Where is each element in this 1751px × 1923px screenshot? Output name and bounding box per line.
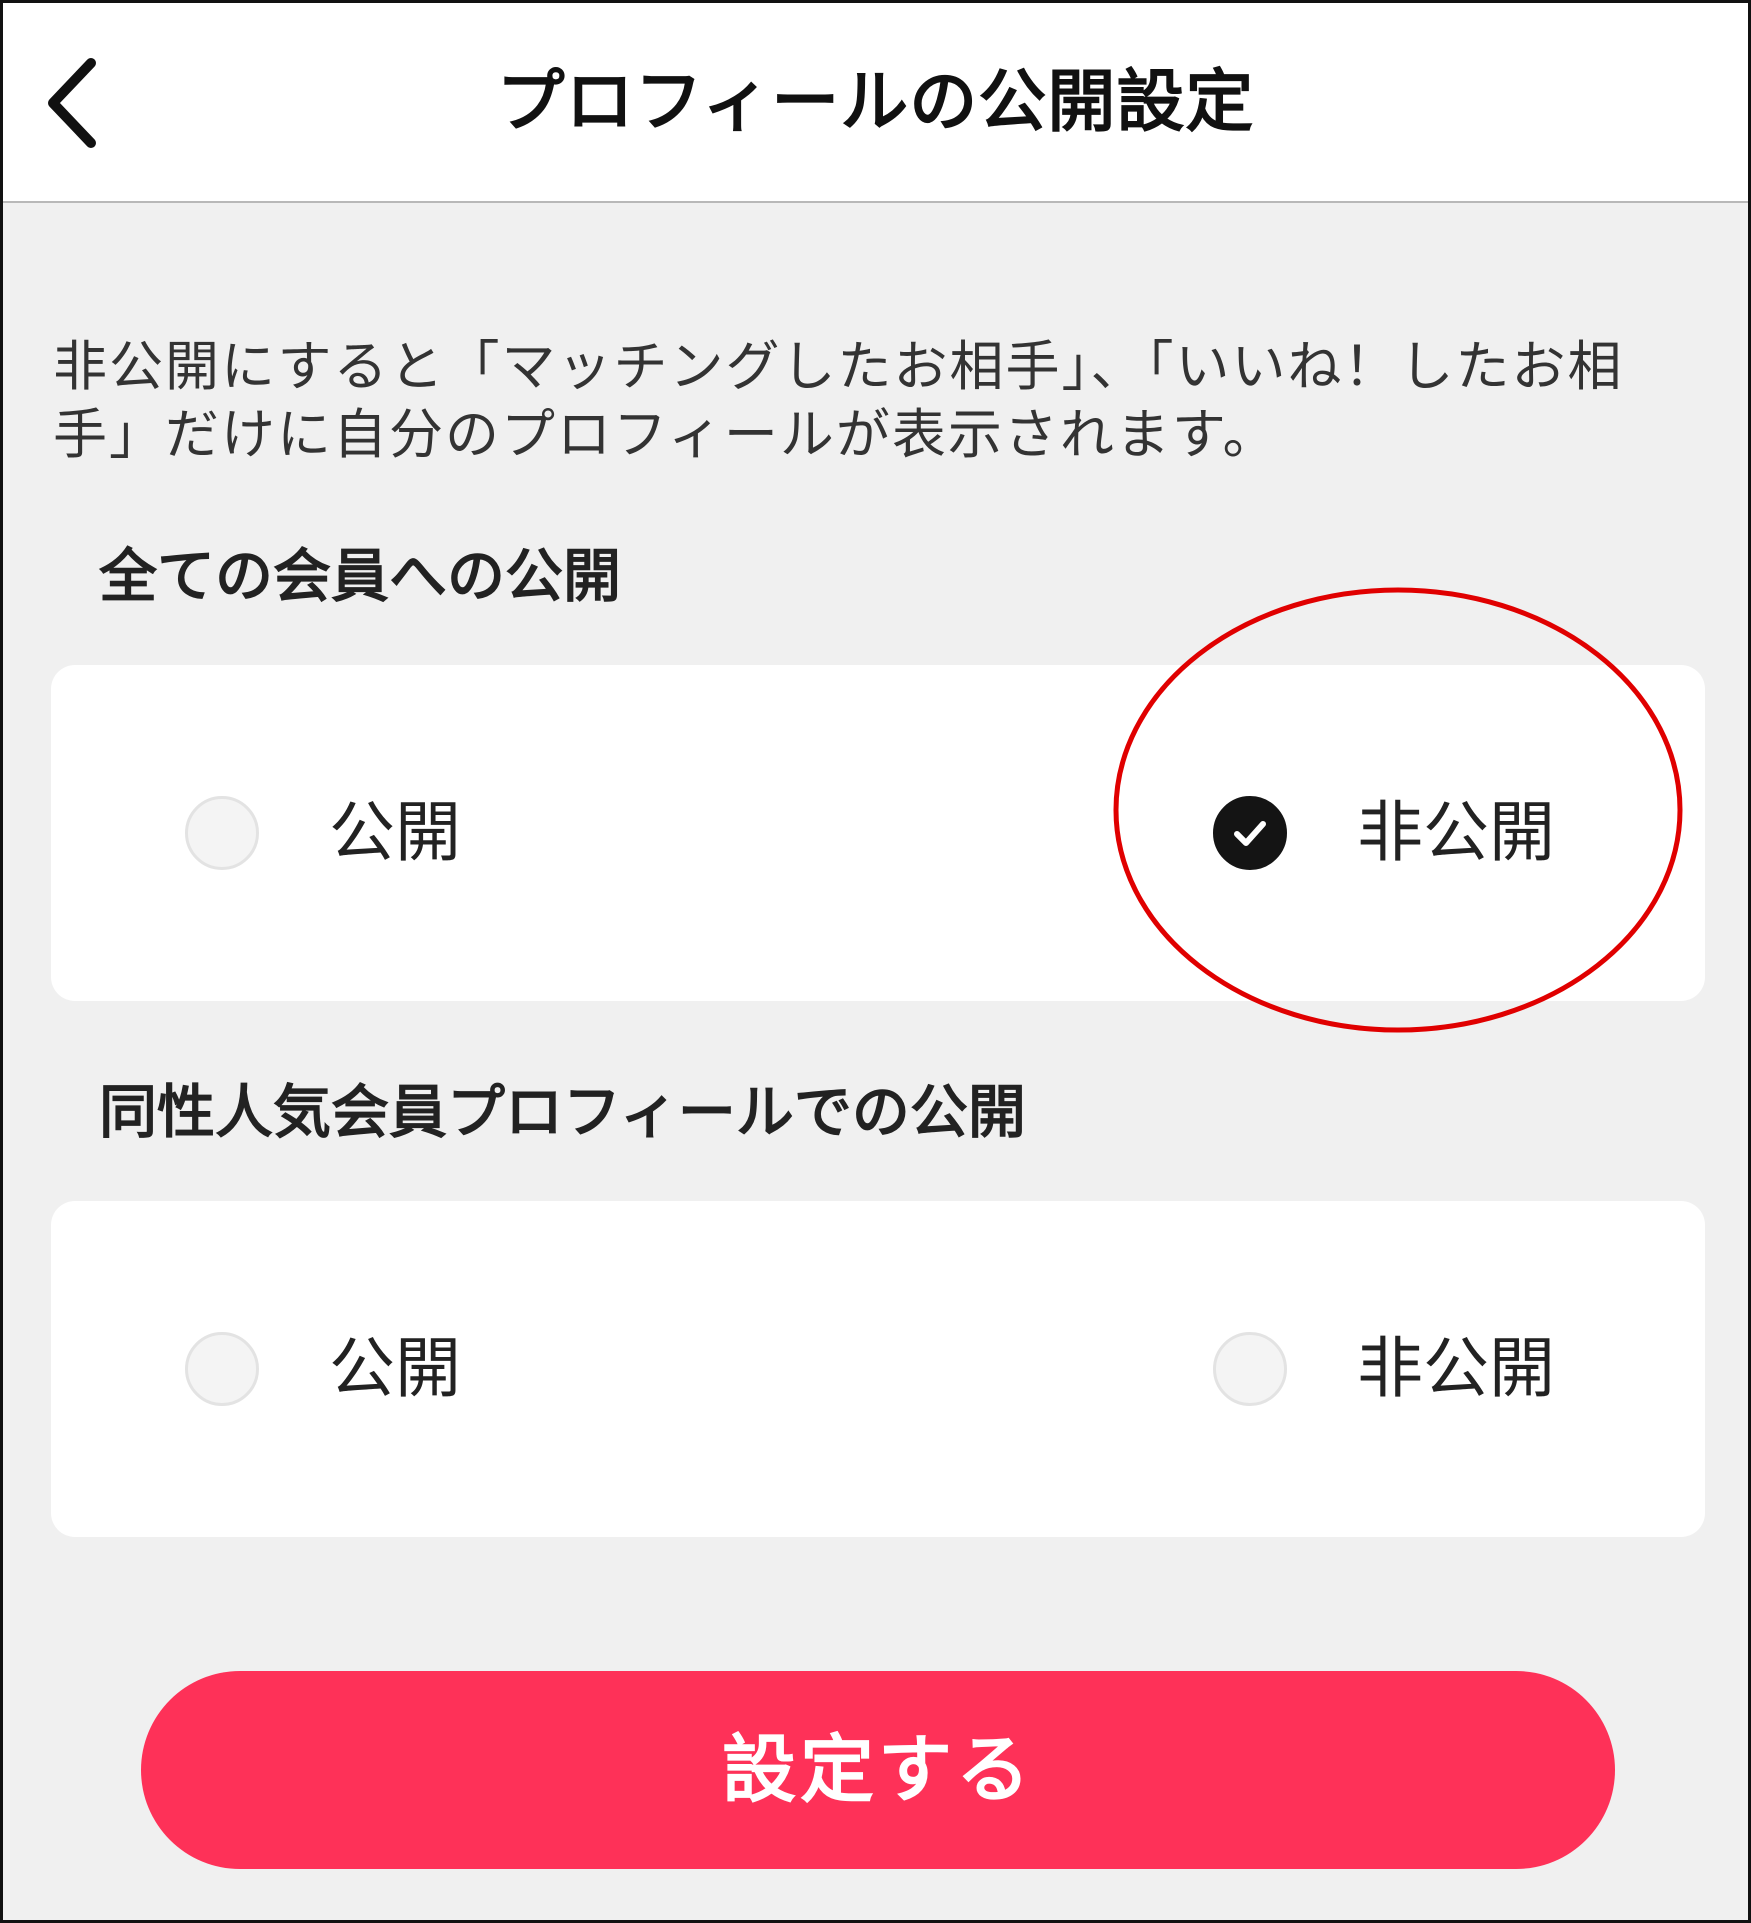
description-text: 非公開にすると「マッチングしたお相手」、「いいね！したお相手」だけに自分のプロフ… [53, 335, 1624, 466]
submit-button[interactable]: 設定する [141, 1671, 1615, 1869]
option-label: 公開 [329, 1330, 461, 1407]
checkmark-icon [1234, 821, 1266, 846]
option-private-popular-profile[interactable]: 非公開 [1213, 1201, 1555, 1537]
radio-unchecked-icon[interactable] [185, 1332, 259, 1406]
header-bar: プロフィールの公開設定 [3, 3, 1748, 203]
option-label: 非公開 [1357, 1330, 1555, 1407]
section-title-popular-profile: 同性人気会員プロフィールでの公開 [99, 1078, 1026, 1146]
option-private-all-members[interactable]: 非公開 [1213, 665, 1555, 1001]
radio-unchecked-icon[interactable] [185, 796, 259, 870]
option-card-all-members: 公開 非公開 [51, 665, 1705, 1001]
page-title: プロフィールの公開設定 [496, 63, 1255, 142]
section-title-all-members: 全ての会員への公開 [99, 542, 622, 610]
option-label: 公開 [329, 794, 461, 871]
screen: プロフィールの公開設定 非公開にすると「マッチングしたお相手」、「いいね！したお… [0, 0, 1751, 1923]
radio-unchecked-icon[interactable] [1213, 1332, 1287, 1406]
option-public-popular-profile[interactable]: 公開 [185, 1201, 461, 1537]
option-label: 非公開 [1357, 794, 1555, 871]
option-card-popular-profile: 公開 非公開 [51, 1201, 1705, 1537]
option-public-all-members[interactable]: 公開 [185, 665, 461, 1001]
radio-checked-icon[interactable] [1213, 796, 1287, 870]
